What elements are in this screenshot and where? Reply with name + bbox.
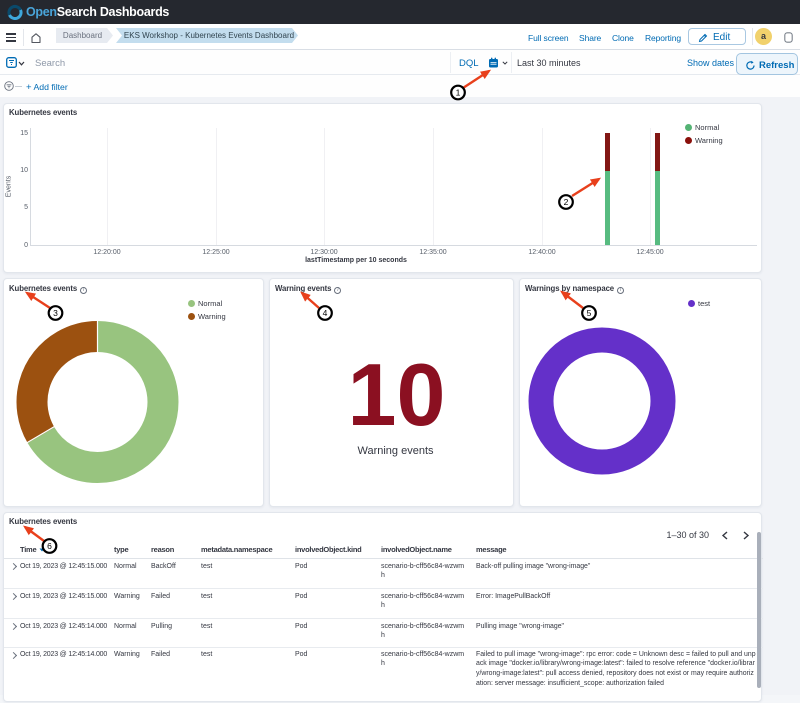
svg-text:4: 4 [323, 308, 328, 318]
svg-text:2: 2 [564, 197, 569, 207]
svg-text:1: 1 [456, 88, 461, 98]
svg-text:3: 3 [53, 308, 58, 318]
svg-text:6: 6 [47, 541, 52, 551]
svg-text:5: 5 [587, 308, 592, 318]
